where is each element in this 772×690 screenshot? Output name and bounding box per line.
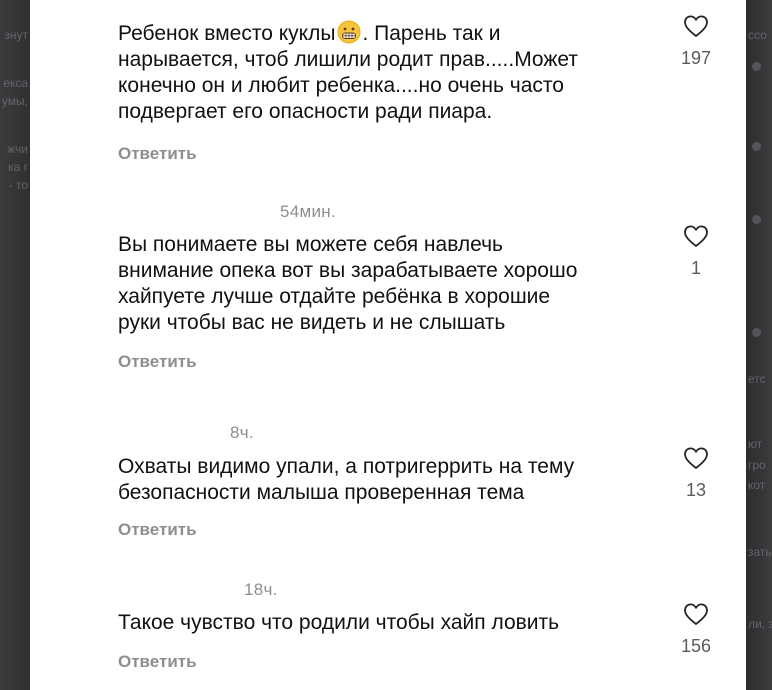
like-control[interactable]: 1 [666,224,726,279]
like-count: 13 [685,480,707,500]
bg-fragment: етс [748,372,766,386]
comment-text-line: Вы понимаете вы можете себя навлечь [118,233,503,256]
grimacing-face-emoji [337,20,361,44]
reply-button[interactable]: Ответить [118,144,197,164]
comment-timestamp: 18ч. [244,580,278,599]
like-control[interactable]: 13 [666,446,726,501]
bg-fragment: знут [4,28,28,42]
comment-text-line: конечно он и любит ребенка....но очень ч… [118,74,564,97]
like-control[interactable]: 156 [666,602,726,657]
bg-fragment: ют [748,437,763,451]
like-count: 1 [690,258,701,278]
comment-text: Охваты видимо упали, а потригеррить на т… [118,454,678,506]
bg-fragment: ли, з [748,617,772,631]
comment-text: Ребенок вместо куклы . Парень так и нары… [118,20,678,125]
bg-avatar-dot [752,62,761,71]
background-left-strip: знут екса умы, жчи ка г - то [0,0,30,690]
heart-outline-icon[interactable] [683,14,709,38]
bg-avatar-dot [752,215,761,224]
bg-fragment: зать [748,545,772,559]
comment-text: Такое чувство что родили чтобы хайп лови… [118,610,678,636]
comment-text-line: нарывается, чтоб лишили родит прав.....М… [118,48,579,71]
bg-fragment: жчи [7,142,28,156]
comment-item: Вы понимаете вы можете себя навлечь вним… [118,232,678,336]
bg-fragment: екса [3,76,28,90]
bg-avatar-dot [752,142,761,151]
bg-fragment: кот [748,478,766,492]
background-right-strip: ссо етс ют гро кот зать ли, з [746,0,772,690]
heart-outline-icon[interactable] [683,224,709,248]
comment-timestamp: 8ч. [230,423,254,442]
bg-fragment: ка г [8,160,28,174]
comments-panel: Ребенок вместо куклы . Парень так и нары… [30,0,746,690]
comment-text-line: безопасности малыша проверенная тема [118,481,525,504]
comment-item: Ребенок вместо куклы . Парень так и нары… [118,20,678,125]
comment-text-line: руки чтобы вас не видеть и не слышать [118,311,506,334]
bg-avatar-dot [752,328,761,337]
comment-text-segment: . Парень так и [362,22,501,45]
reply-button[interactable]: Ответить [118,652,197,672]
comment-item: Охваты видимо упали, а потригеррить на т… [118,454,678,506]
comment-text-line: подвергает его опасности ради пиара. [118,100,493,123]
comment-item: Такое чувство что родили чтобы хайп лови… [118,610,678,636]
comment-text-segment: Ребенок вместо куклы [118,22,336,45]
comment-timestamp: 54мин. [280,202,337,221]
bg-fragment: гро [748,458,766,472]
like-count: 156 [680,636,712,656]
comment-text: Вы понимаете вы можете себя навлечь вним… [118,232,678,336]
bg-fragment: - то [8,178,28,192]
comment-text-line: Охваты видимо упали, а потригеррить на т… [118,455,575,478]
comment-text-line: хайпуете лучше отдайте ребёнка в хорошие [118,285,551,308]
bg-fragment: умы, [1,94,28,108]
reply-button[interactable]: Ответить [118,520,197,540]
bg-fragment: ссо [748,28,767,42]
heart-outline-icon[interactable] [683,446,709,470]
like-control[interactable]: 197 [666,14,726,69]
reply-button[interactable]: Ответить [118,352,197,372]
heart-outline-icon[interactable] [683,602,709,626]
like-count: 197 [680,48,712,68]
comment-text-line: Такое чувство что родили чтобы хайп лови… [118,611,560,634]
comment-text-line: внимание опека вот вы зарабатываете хоро… [118,259,578,282]
